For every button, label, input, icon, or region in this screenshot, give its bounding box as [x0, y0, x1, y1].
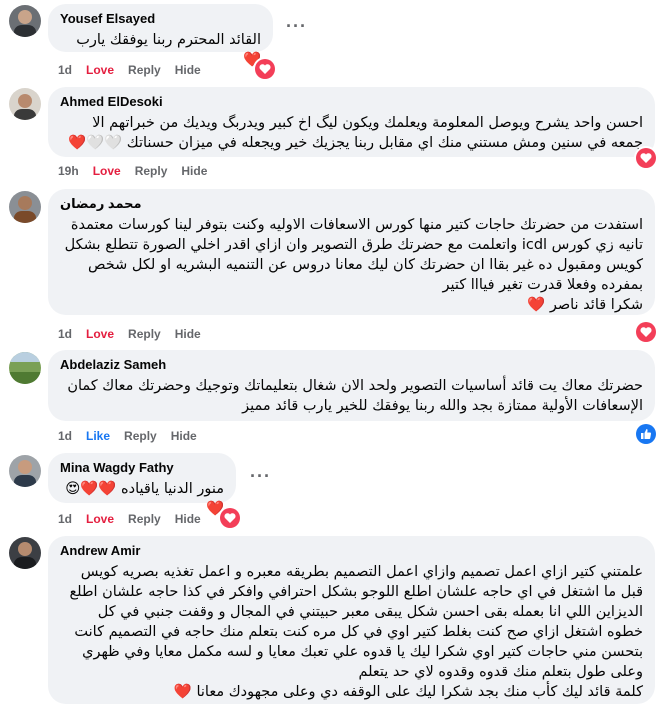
hide-button[interactable]: Hide [171, 428, 197, 444]
comment-text: علمتني كتير ازاي اعمل تصميم وازاي اعمل ا… [69, 564, 643, 700]
reply-button[interactable]: Reply [124, 428, 157, 444]
reply-button[interactable]: Reply [128, 326, 161, 342]
comment-actions: 1d Love Reply Hide [58, 326, 201, 342]
love-button[interactable]: Love [86, 326, 114, 342]
comment-time[interactable]: 1d [58, 428, 72, 444]
love-button[interactable]: Love [86, 62, 114, 78]
comment-actions: 1d Love Reply Hide [58, 62, 201, 78]
hide-button[interactable]: Hide [175, 62, 201, 78]
commenter-name[interactable]: Andrew Amir [60, 543, 643, 559]
avatar-icon [9, 88, 41, 120]
comment-time[interactable]: 1d [58, 62, 72, 78]
comment-bubble: Ahmed ElDesoki احسن واحد يشرح ويوصل المع… [48, 87, 655, 157]
comment-bubble: Mina Wagdy Fathy منور الدنيا ياقياده ❤️❤… [48, 453, 236, 517]
like-button[interactable]: Like [86, 428, 110, 444]
comment-time[interactable]: 19h [58, 163, 79, 179]
comment-text: استفدت من حضرتك حاجات كتير منها كورس الا… [64, 217, 643, 313]
comment-actions: 1d Love Reply Hide [58, 511, 201, 527]
comment-actions: 19h Love Reply Hide [58, 163, 207, 179]
comment-bubble: Yousef Elsayed القائد المحترم ربنا يوفقك… [48, 4, 273, 68]
comment-time[interactable]: 1d [58, 511, 72, 527]
avatar[interactable] [9, 455, 41, 487]
love-button[interactable]: Love [93, 163, 121, 179]
more-options-icon[interactable]: ··· [250, 466, 271, 487]
avatar[interactable] [9, 5, 41, 37]
avatar[interactable] [9, 191, 41, 223]
avatar[interactable] [9, 352, 41, 384]
hide-button[interactable]: Hide [175, 511, 201, 527]
commenter-name[interactable]: Mina Wagdy Fathy [60, 460, 224, 476]
hide-button[interactable]: Hide [175, 326, 201, 342]
avatar-icon [9, 352, 41, 384]
comment-bubble: Andrew Amir علمتني كتير ازاي اعمل تصميم … [48, 536, 655, 704]
avatar[interactable] [9, 88, 41, 120]
avatar-icon [9, 455, 41, 487]
comment-text: احسن واحد يشرح ويوصل المعلومة ويعلمك ويك… [67, 115, 643, 151]
more-options-icon[interactable]: ··· [286, 16, 307, 37]
reply-button[interactable]: Reply [135, 163, 168, 179]
comment-bubble: محمد رمضان استفدت من حضرتك حاجات كتير من… [48, 189, 655, 315]
comment-text: حضرتك معاك يت قائد أساسيات التصوير ولحد … [62, 378, 643, 414]
commenter-name[interactable]: محمد رمضان [60, 196, 643, 212]
love-reaction-icon[interactable] [253, 57, 277, 81]
commenter-name[interactable]: Ahmed ElDesoki [60, 94, 643, 110]
commenter-name[interactable]: Abdelaziz Sameh [60, 357, 643, 373]
commenter-name[interactable]: Yousef Elsayed [60, 11, 261, 27]
love-button[interactable]: Love [86, 511, 114, 527]
love-reaction-icon[interactable] [218, 506, 242, 530]
hide-button[interactable]: Hide [181, 163, 207, 179]
comment-time[interactable]: 1d [58, 326, 72, 342]
avatar-icon [9, 191, 41, 223]
love-reaction-icon[interactable] [634, 146, 658, 170]
avatar-icon [9, 5, 41, 37]
reply-button[interactable]: Reply [128, 62, 161, 78]
love-reaction-icon[interactable] [634, 320, 658, 344]
avatar[interactable] [9, 537, 41, 569]
comment-bubble: Abdelaziz Sameh حضرتك معاك يت قائد أساسي… [48, 350, 655, 421]
comment-actions: 1d Like Reply Hide [58, 428, 197, 444]
reply-button[interactable]: Reply [128, 511, 161, 527]
like-reaction-icon[interactable] [634, 422, 658, 446]
avatar-icon [9, 537, 41, 569]
